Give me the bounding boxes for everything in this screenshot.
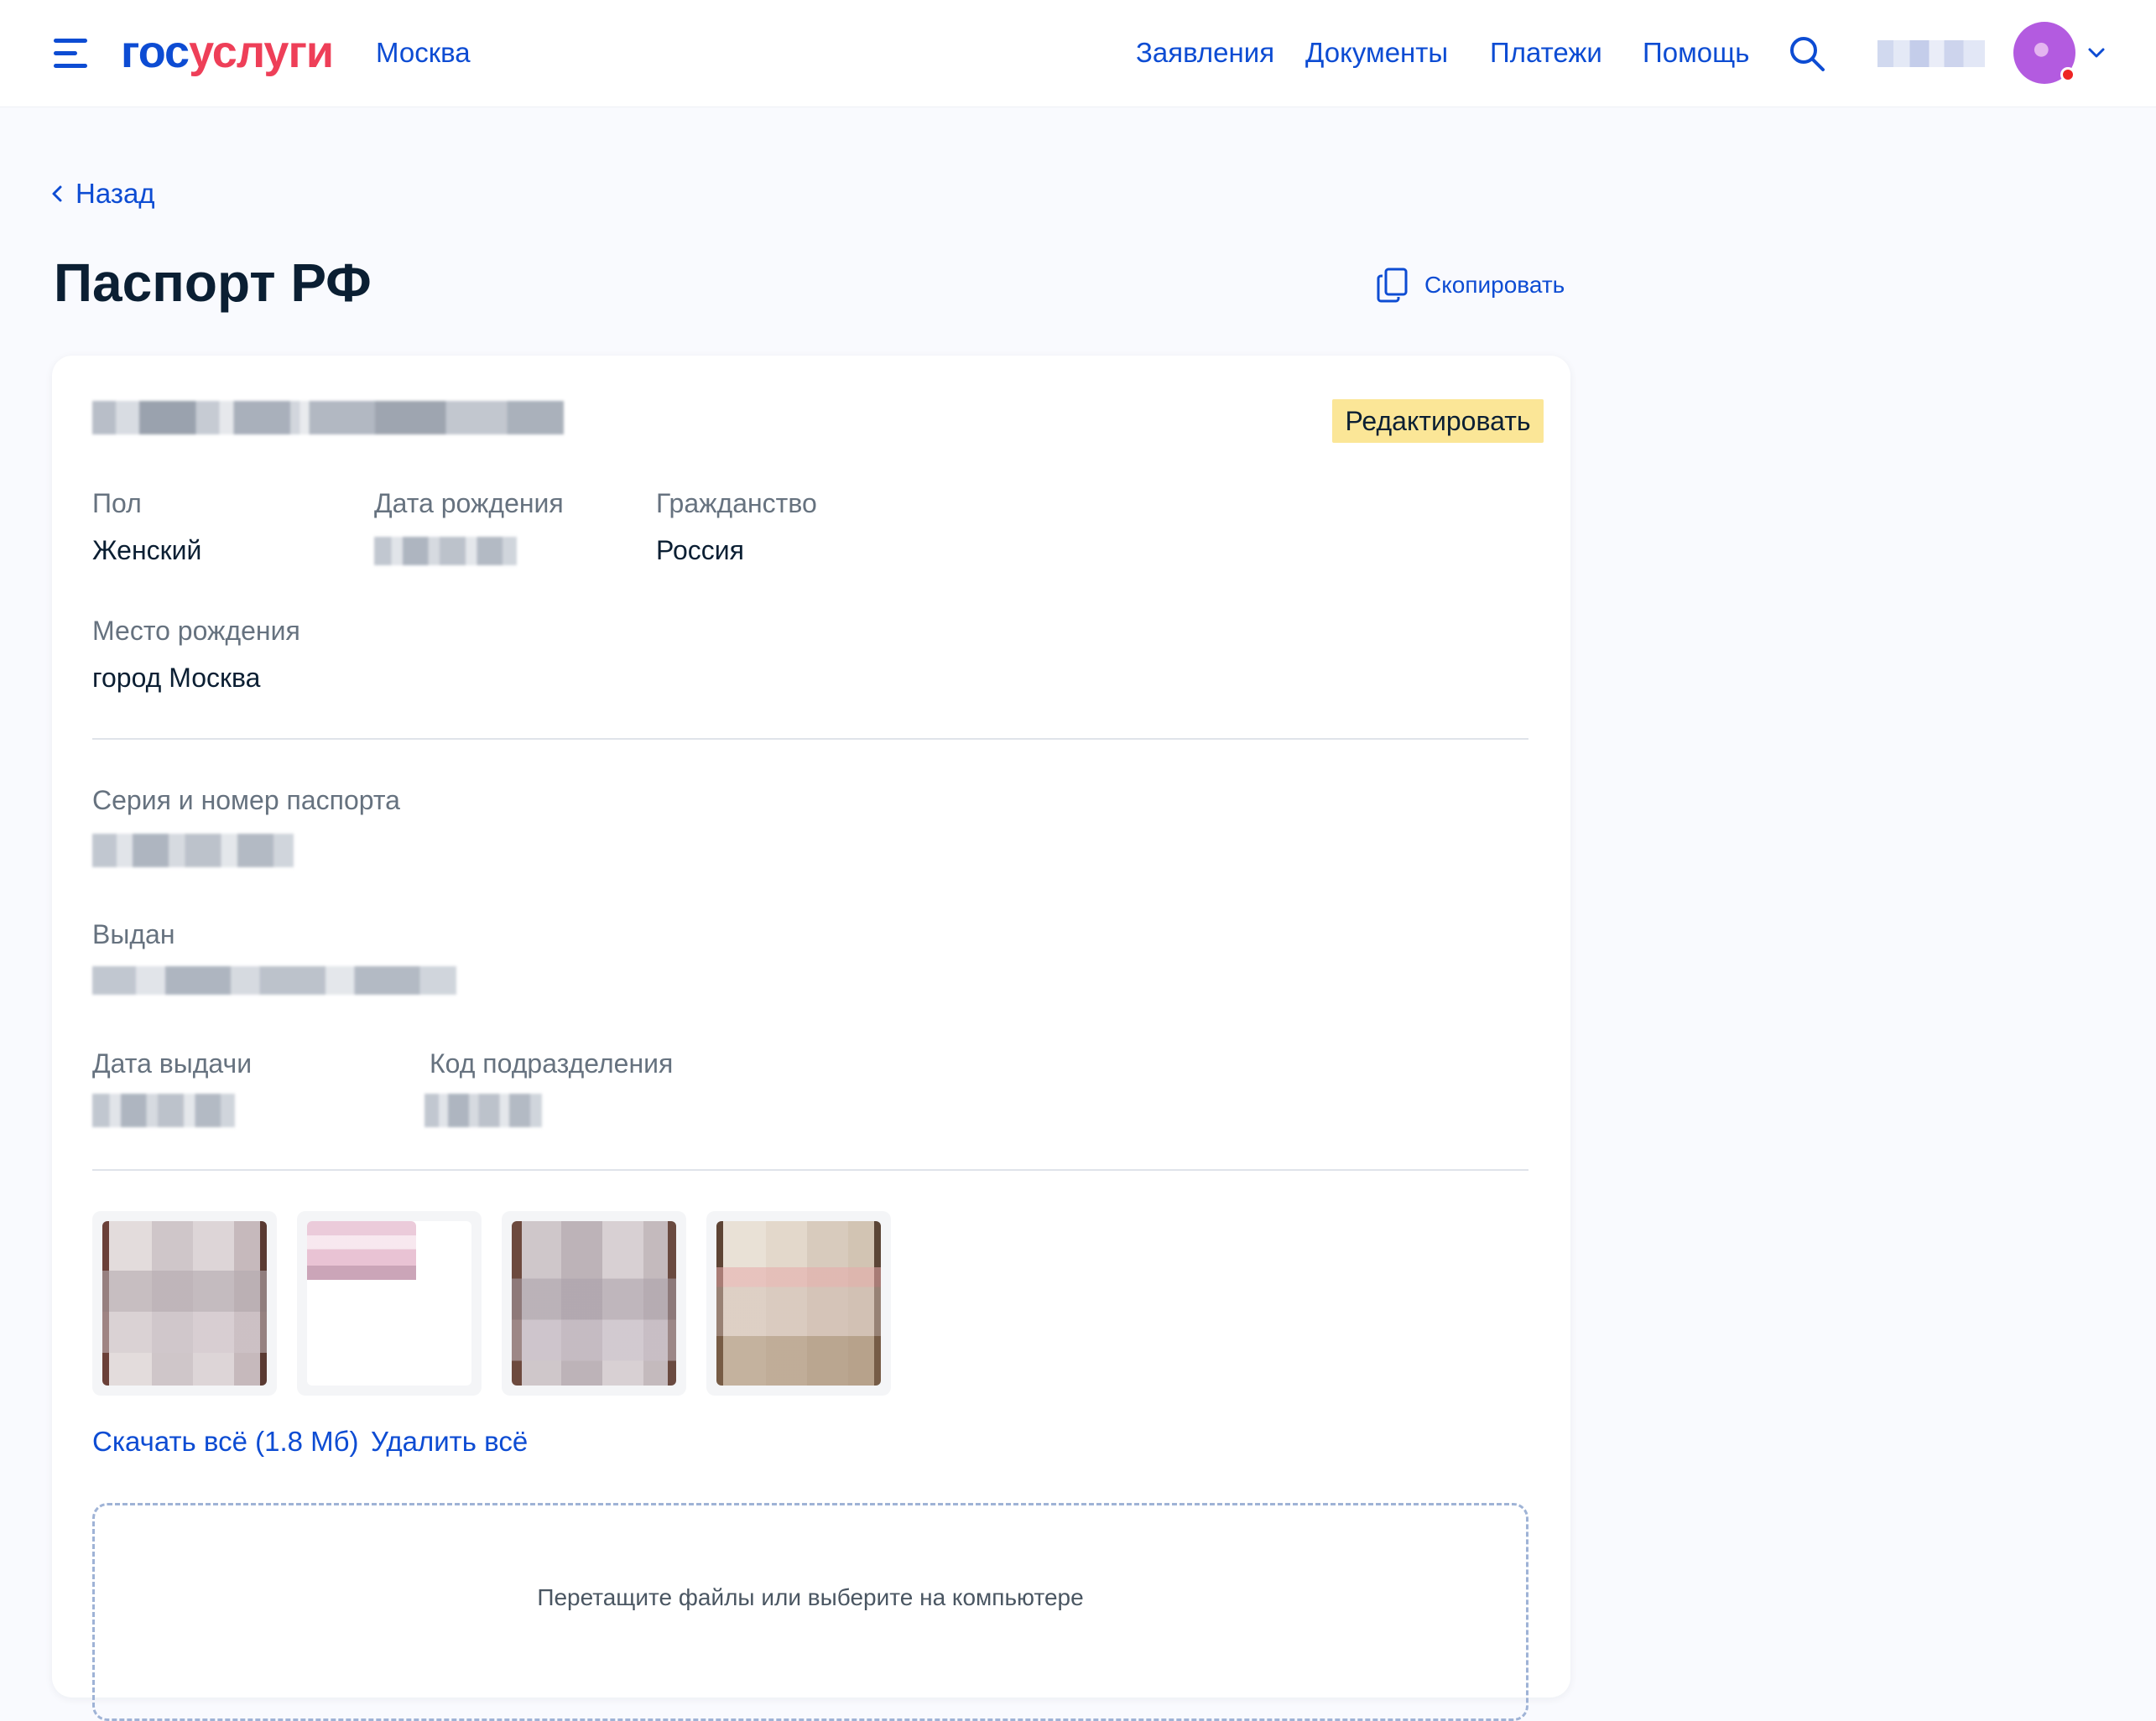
copy-button[interactable]: Скопировать bbox=[1376, 267, 1565, 304]
chevron-left-icon bbox=[52, 185, 62, 202]
birthplace-label: Место рождения bbox=[92, 616, 300, 646]
nav-applications[interactable]: Заявления bbox=[1136, 37, 1274, 69]
issued-by-label: Выдан bbox=[92, 919, 175, 949]
passport-card bbox=[52, 356, 1570, 1698]
birthdate-value-redacted bbox=[374, 537, 517, 565]
gender-label: Пол bbox=[92, 488, 142, 518]
department-code-label: Код подразделения bbox=[430, 1048, 674, 1079]
series-number-value-redacted bbox=[92, 834, 294, 867]
delete-all-link[interactable]: Удалить всё bbox=[371, 1426, 528, 1458]
citizenship-value: Россия bbox=[656, 535, 744, 565]
city-selector[interactable]: Москва bbox=[376, 37, 471, 69]
search-icon[interactable] bbox=[1787, 34, 1827, 74]
burger-menu-icon[interactable] bbox=[54, 39, 91, 69]
scan-image bbox=[307, 1221, 416, 1339]
download-all-link[interactable]: Скачать всё (1.8 Мб) bbox=[92, 1426, 359, 1458]
issue-date-value-redacted bbox=[92, 1094, 235, 1127]
copy-icon bbox=[1377, 268, 1408, 303]
series-number-label: Серия и номер паспорта bbox=[92, 785, 400, 815]
passport-scan-thumbnail[interactable] bbox=[92, 1211, 277, 1396]
nav-help[interactable]: Помощь bbox=[1643, 37, 1749, 69]
passport-scan-thumbnail[interactable] bbox=[706, 1211, 891, 1396]
issue-date-label: Дата выдачи bbox=[92, 1048, 253, 1079]
nav-documents[interactable]: Документы bbox=[1305, 37, 1448, 69]
chevron-down-icon[interactable] bbox=[2086, 42, 2107, 64]
dropzone-text: Перетащите файлы или выберите на компьют… bbox=[537, 1584, 1084, 1610]
nav-payments[interactable]: Платежи bbox=[1490, 37, 1602, 69]
full-name-redacted bbox=[92, 401, 564, 434]
scan-image bbox=[102, 1221, 267, 1386]
file-dropzone[interactable]: Перетащите файлы или выберите на компьют… bbox=[92, 1503, 1528, 1721]
page-title: Паспорт РФ bbox=[54, 252, 372, 313]
section-divider bbox=[92, 1169, 1528, 1171]
scan-image bbox=[512, 1221, 676, 1386]
top-header: госуслуги Москва Заявления Документы Пла… bbox=[0, 0, 2156, 107]
section-divider bbox=[92, 738, 1528, 740]
birthplace-value: город Москва bbox=[92, 663, 261, 693]
copy-label: Скопировать bbox=[1424, 272, 1565, 298]
notification-dot bbox=[2060, 67, 2075, 82]
passport-scan-thumbnail[interactable] bbox=[502, 1211, 686, 1396]
department-code-value-redacted bbox=[424, 1094, 542, 1127]
logo-part-uslugi: услуги bbox=[189, 27, 334, 77]
back-label: Назад bbox=[76, 178, 155, 209]
gosuslugi-logo[interactable]: госуслуги bbox=[121, 23, 334, 81]
citizenship-label: Гражданство bbox=[656, 488, 817, 518]
user-name-redacted[interactable] bbox=[1877, 40, 1985, 67]
issued-by-value-redacted bbox=[92, 966, 456, 995]
logo-part-gos: гос bbox=[121, 27, 190, 77]
back-link[interactable]: Назад bbox=[50, 178, 155, 210]
gender-value: Женский bbox=[92, 535, 202, 565]
scan-image bbox=[716, 1221, 881, 1386]
passport-scan-thumbnail[interactable] bbox=[297, 1211, 482, 1396]
edit-button[interactable]: Редактировать bbox=[1332, 399, 1544, 443]
birthdate-label: Дата рождения bbox=[374, 488, 564, 518]
